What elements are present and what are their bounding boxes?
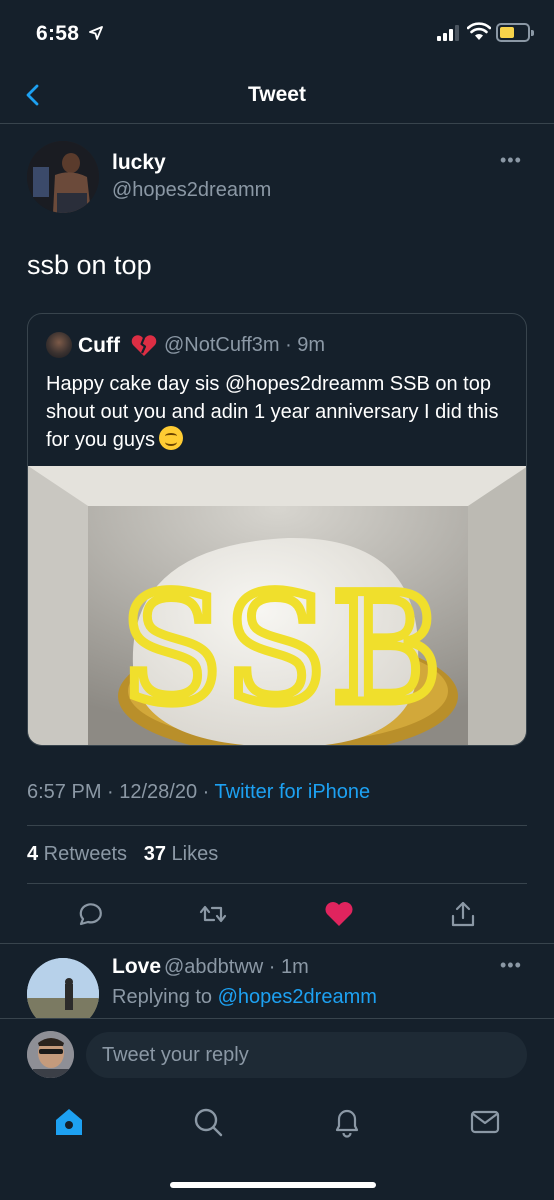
home-indicator — [170, 1182, 376, 1188]
cake-photo[interactable]: SSB — [28, 466, 527, 746]
engagement-stats: 4 Retweets 37 Likes — [27, 843, 218, 866]
smiling-face-icon — [158, 426, 183, 450]
divider — [27, 825, 527, 826]
replying-to-label: Replying to — [112, 986, 218, 1008]
reply-input[interactable] — [86, 1032, 527, 1078]
quoted-tweet-text-body: Happy cake day sis @hopes2dreamm SSB on … — [46, 373, 499, 451]
divider — [0, 943, 554, 944]
location-arrow-icon — [89, 26, 103, 40]
likes-label: Likes — [165, 843, 219, 865]
timestamp-text: 6:57 PM · 12/28/20 · — [27, 781, 215, 803]
more-options-icon[interactable]: ••• — [500, 150, 522, 171]
retweets-stat[interactable]: 4 Retweets — [27, 843, 127, 865]
like-heart-icon[interactable] — [323, 898, 355, 930]
retweets-count: 4 — [27, 843, 39, 865]
author-handle[interactable]: @hopes2dreamm — [112, 179, 271, 202]
tweet-timestamp: 6:57 PM · 12/28/20 · Twitter for iPhone — [27, 781, 370, 804]
retweets-label: Retweets — [38, 843, 128, 865]
messages-mail-icon[interactable] — [468, 1105, 502, 1139]
reply-icon[interactable] — [74, 898, 106, 930]
author-avatar[interactable] — [27, 141, 99, 213]
notifications-bell-icon[interactable] — [330, 1105, 364, 1139]
replying-to: Replying to @hopes2dreamm — [112, 986, 377, 1009]
current-user-avatar[interactable] — [27, 1031, 74, 1078]
quoted-tweet-text: Happy cake day sis @hopes2dreamm SSB on … — [46, 370, 516, 454]
likes-count: 37 — [143, 843, 166, 865]
likes-stat[interactable]: 37 Likes — [144, 843, 219, 865]
replying-to-handle[interactable]: @hopes2dreamm — [218, 986, 377, 1008]
quoted-author-name: Cuff — [78, 334, 120, 357]
search-icon[interactable] — [191, 1105, 225, 1139]
status-time: 6:58 — [36, 22, 80, 45]
page-title: Tweet — [248, 83, 306, 106]
broken-heart-icon — [131, 335, 157, 356]
divider — [27, 883, 527, 884]
tweet-text: ssb on top — [27, 250, 152, 280]
home-icon[interactable] — [52, 1105, 86, 1139]
nav-header: Tweet — [0, 66, 554, 124]
status-bar: 6:58 — [0, 0, 554, 66]
reply-author-name[interactable]: Love — [112, 955, 161, 979]
quoted-author-handle: @NotCuff3m · 9m — [164, 334, 326, 356]
reply-author-handle: @abdbtww · 1m — [164, 956, 309, 978]
reply-more-options-icon[interactable]: ••• — [500, 955, 522, 976]
quoted-author-avatar — [46, 332, 72, 358]
wifi-icon — [467, 22, 491, 40]
retweet-icon[interactable] — [197, 898, 229, 930]
source-link[interactable]: Twitter for iPhone — [215, 781, 371, 803]
quoted-tweet-card[interactable]: Cuff @NotCuff3m · 9m Happy cake day sis … — [27, 313, 527, 746]
reply-composer — [0, 1018, 554, 1093]
share-icon[interactable] — [447, 898, 479, 930]
battery-icon — [496, 23, 534, 42]
author-name[interactable]: lucky — [112, 151, 166, 175]
cake-writing: SSB — [120, 563, 445, 737]
cellular-signal-icon — [437, 25, 459, 41]
